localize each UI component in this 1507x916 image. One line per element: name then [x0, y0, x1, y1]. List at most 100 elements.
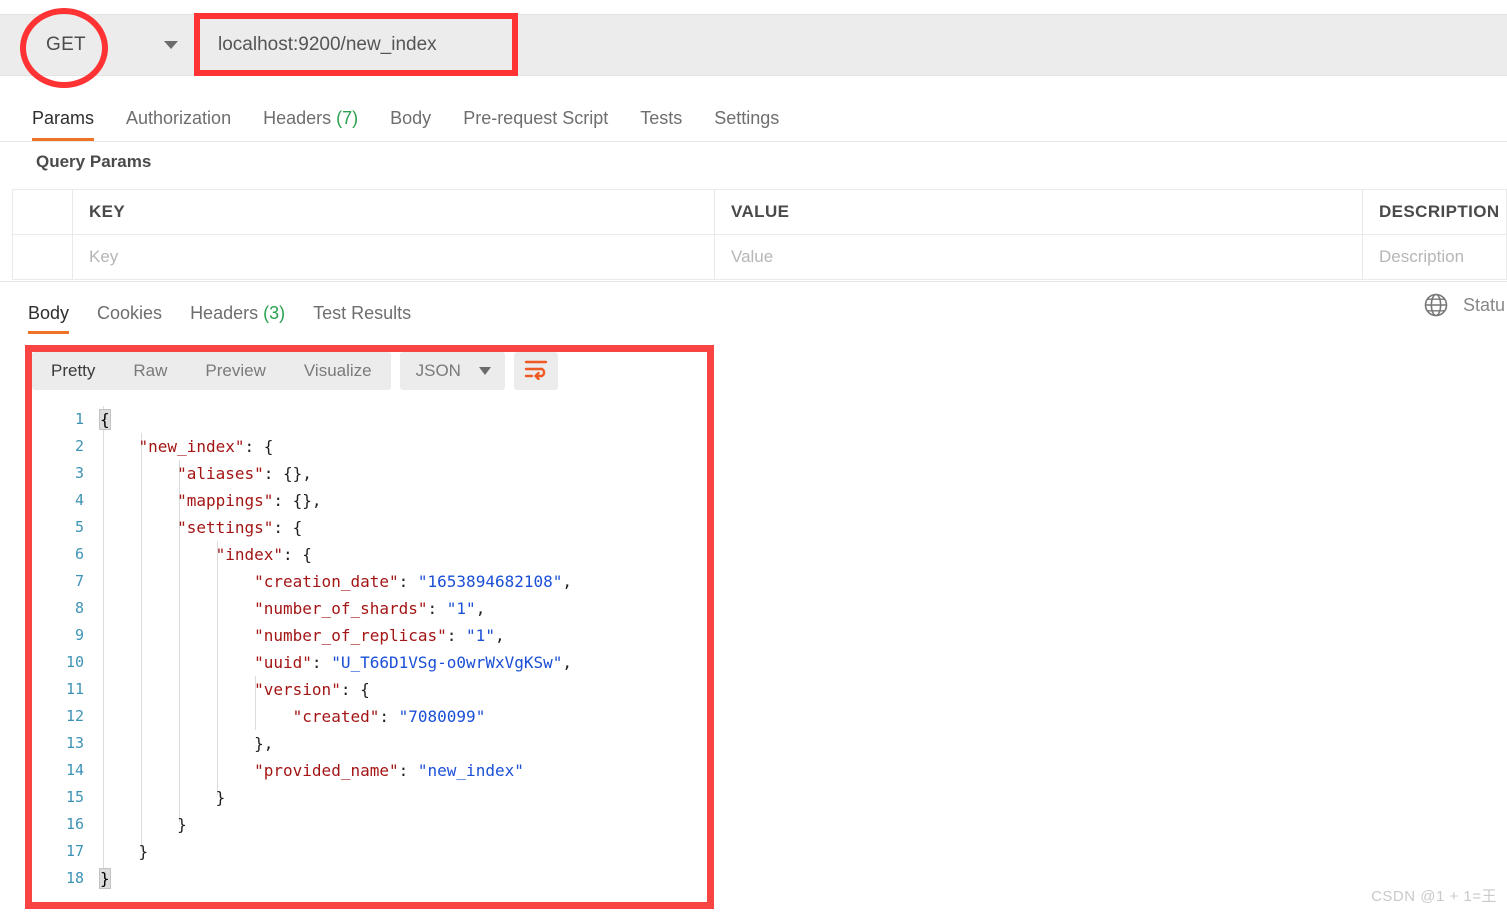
query-params-table: KEY VALUE DESCRIPTION Key Value Descript…	[12, 189, 1507, 280]
row-checkbox-cell[interactable]	[12, 234, 73, 280]
request-tabs: Params Authorization Headers (7) Body Pr…	[0, 94, 1507, 142]
response-tab-headers-count: (3)	[263, 303, 286, 323]
view-mode-pretty[interactable]: Pretty	[32, 352, 114, 390]
gutter-cell	[12, 189, 73, 235]
view-mode-raw[interactable]: Raw	[114, 352, 186, 390]
url-input[interactable]: localhost:9200/new_index	[196, 15, 1296, 75]
tab-body-label: Body	[390, 108, 432, 128]
line-number: 16	[65, 815, 84, 833]
line-number: 6	[74, 545, 84, 563]
code-line: 2 "new_index": {	[32, 433, 707, 460]
response-tab-headers-label: Headers	[190, 303, 259, 323]
line-number: 1	[74, 410, 84, 428]
tab-body[interactable]: Body	[374, 108, 447, 141]
code-text: "number_of_shards": "1",	[254, 599, 486, 618]
tab-tests-label: Tests	[640, 108, 683, 128]
response-tab-cookies[interactable]: Cookies	[83, 303, 176, 334]
code-text: "provided_name": "new_index"	[254, 761, 524, 780]
code-line: 11 "version": {	[32, 676, 707, 703]
url-input-value: localhost:9200/new_index	[218, 34, 437, 55]
line-number: 12	[65, 707, 84, 725]
view-mode-visualize[interactable]: Visualize	[285, 352, 391, 390]
line-number: 17	[65, 842, 84, 860]
code-line: 4 "mappings": {},	[32, 487, 707, 514]
code-text: "mappings": {},	[177, 491, 322, 510]
tab-authorization[interactable]: Authorization	[110, 108, 247, 141]
line-number: 10	[65, 653, 84, 671]
view-mode-preview[interactable]: Preview	[186, 352, 284, 390]
response-status-area: Statu	[1423, 292, 1507, 318]
line-number: 3	[74, 464, 84, 482]
json-code-area[interactable]: 1{2 "new_index": {3 "aliases": {}, 4 "map…	[32, 406, 707, 901]
response-tab-body[interactable]: Body	[14, 303, 83, 334]
code-line: 3 "aliases": {},	[32, 460, 707, 487]
code-text: "index": {	[215, 545, 312, 564]
code-text: {	[99, 409, 111, 430]
code-text: "new_index": {	[138, 437, 274, 456]
code-text: "created": "7080099"	[292, 707, 486, 726]
column-header-value: VALUE	[714, 189, 1363, 235]
line-number: 11	[65, 680, 84, 698]
http-method-selector[interactable]: GET	[12, 15, 195, 75]
line-number: 2	[74, 437, 84, 455]
response-view-toolbar: Pretty Raw Preview Visualize JSON	[32, 352, 558, 390]
response-tab-body-label: Body	[28, 303, 70, 323]
code-text: },	[100, 734, 274, 753]
table-row: Key Value Description	[12, 234, 1507, 280]
code-line: 16 }	[32, 811, 707, 838]
line-number: 18	[65, 869, 84, 887]
code-text: "settings": {	[177, 518, 303, 537]
response-format-select[interactable]: JSON	[399, 352, 505, 390]
code-line: 15 }	[32, 784, 707, 811]
code-text: "creation_date": "1653894682108",	[254, 572, 573, 591]
wrap-lines-button[interactable]	[513, 352, 558, 390]
response-status-text: Statu	[1462, 294, 1505, 315]
code-line: 8 "number_of_shards": "1",	[32, 595, 707, 622]
line-number: 9	[74, 626, 84, 644]
http-method-label: GET	[46, 34, 86, 55]
param-value-input[interactable]: Value	[714, 234, 1363, 280]
tab-tests[interactable]: Tests	[624, 108, 698, 141]
code-line: 13 },	[32, 730, 707, 757]
code-line: 18}	[32, 865, 707, 892]
line-number: 15	[65, 788, 84, 806]
tab-params[interactable]: Params	[16, 108, 110, 141]
line-number: 14	[65, 761, 84, 779]
tab-settings[interactable]: Settings	[698, 108, 795, 141]
code-line: 7 "creation_date": "1653894682108",	[32, 568, 707, 595]
code-line: 9 "number_of_replicas": "1",	[32, 622, 707, 649]
code-line: 17 }	[32, 838, 707, 865]
tab-headers[interactable]: Headers (7)	[247, 108, 374, 141]
response-tab-test-results[interactable]: Test Results	[299, 303, 425, 334]
response-body-viewer: Pretty Raw Preview Visualize JSON 1 {2 …	[32, 352, 707, 902]
line-number: 8	[74, 599, 84, 617]
chevron-down-icon	[478, 367, 491, 375]
query-params-title: Query Params	[36, 152, 152, 171]
code-text: }	[99, 868, 111, 889]
code-line: 12 "created": "7080099"	[32, 703, 707, 730]
code-text: "uuid": "U_T66D1VSg-o0wrWxVgKSw",	[254, 653, 573, 672]
code-text: "version": {	[254, 680, 370, 699]
code-line: 10 "uuid": "U_T66D1VSg-o0wrWxVgKSw",	[32, 649, 707, 676]
tab-pre-request-script-label: Pre-request Script	[463, 108, 609, 128]
line-number: 5	[74, 518, 84, 536]
code-line: 5 "settings": {	[32, 514, 707, 541]
response-tab-headers[interactable]: Headers (3)	[176, 303, 299, 334]
tab-headers-count: (7)	[336, 108, 359, 128]
tab-pre-request-script[interactable]: Pre-request Script	[447, 108, 624, 141]
column-header-key: KEY	[72, 189, 715, 235]
code-line: 6 "index": {	[32, 541, 707, 568]
code-text: "aliases": {},	[177, 464, 312, 483]
code-text: }	[100, 788, 226, 807]
view-mode-segmented-control: Pretty Raw Preview Visualize	[32, 352, 391, 390]
response-tab-cookies-label: Cookies	[97, 303, 163, 323]
globe-icon[interactable]	[1423, 292, 1449, 318]
param-key-input[interactable]: Key	[72, 234, 715, 280]
table-header-row: KEY VALUE DESCRIPTION	[12, 189, 1507, 235]
watermark: CSDN @1 + 1=王	[1371, 888, 1497, 905]
response-tabs: Body Cookies Headers (3) Test Results	[0, 290, 1507, 334]
param-description-input[interactable]: Description	[1362, 234, 1507, 280]
tab-settings-label: Settings	[714, 108, 780, 128]
json-code-lines: 1{2 "new_index": {3 "aliases": {}, 4 "map…	[32, 406, 707, 892]
tab-params-label: Params	[32, 108, 95, 128]
